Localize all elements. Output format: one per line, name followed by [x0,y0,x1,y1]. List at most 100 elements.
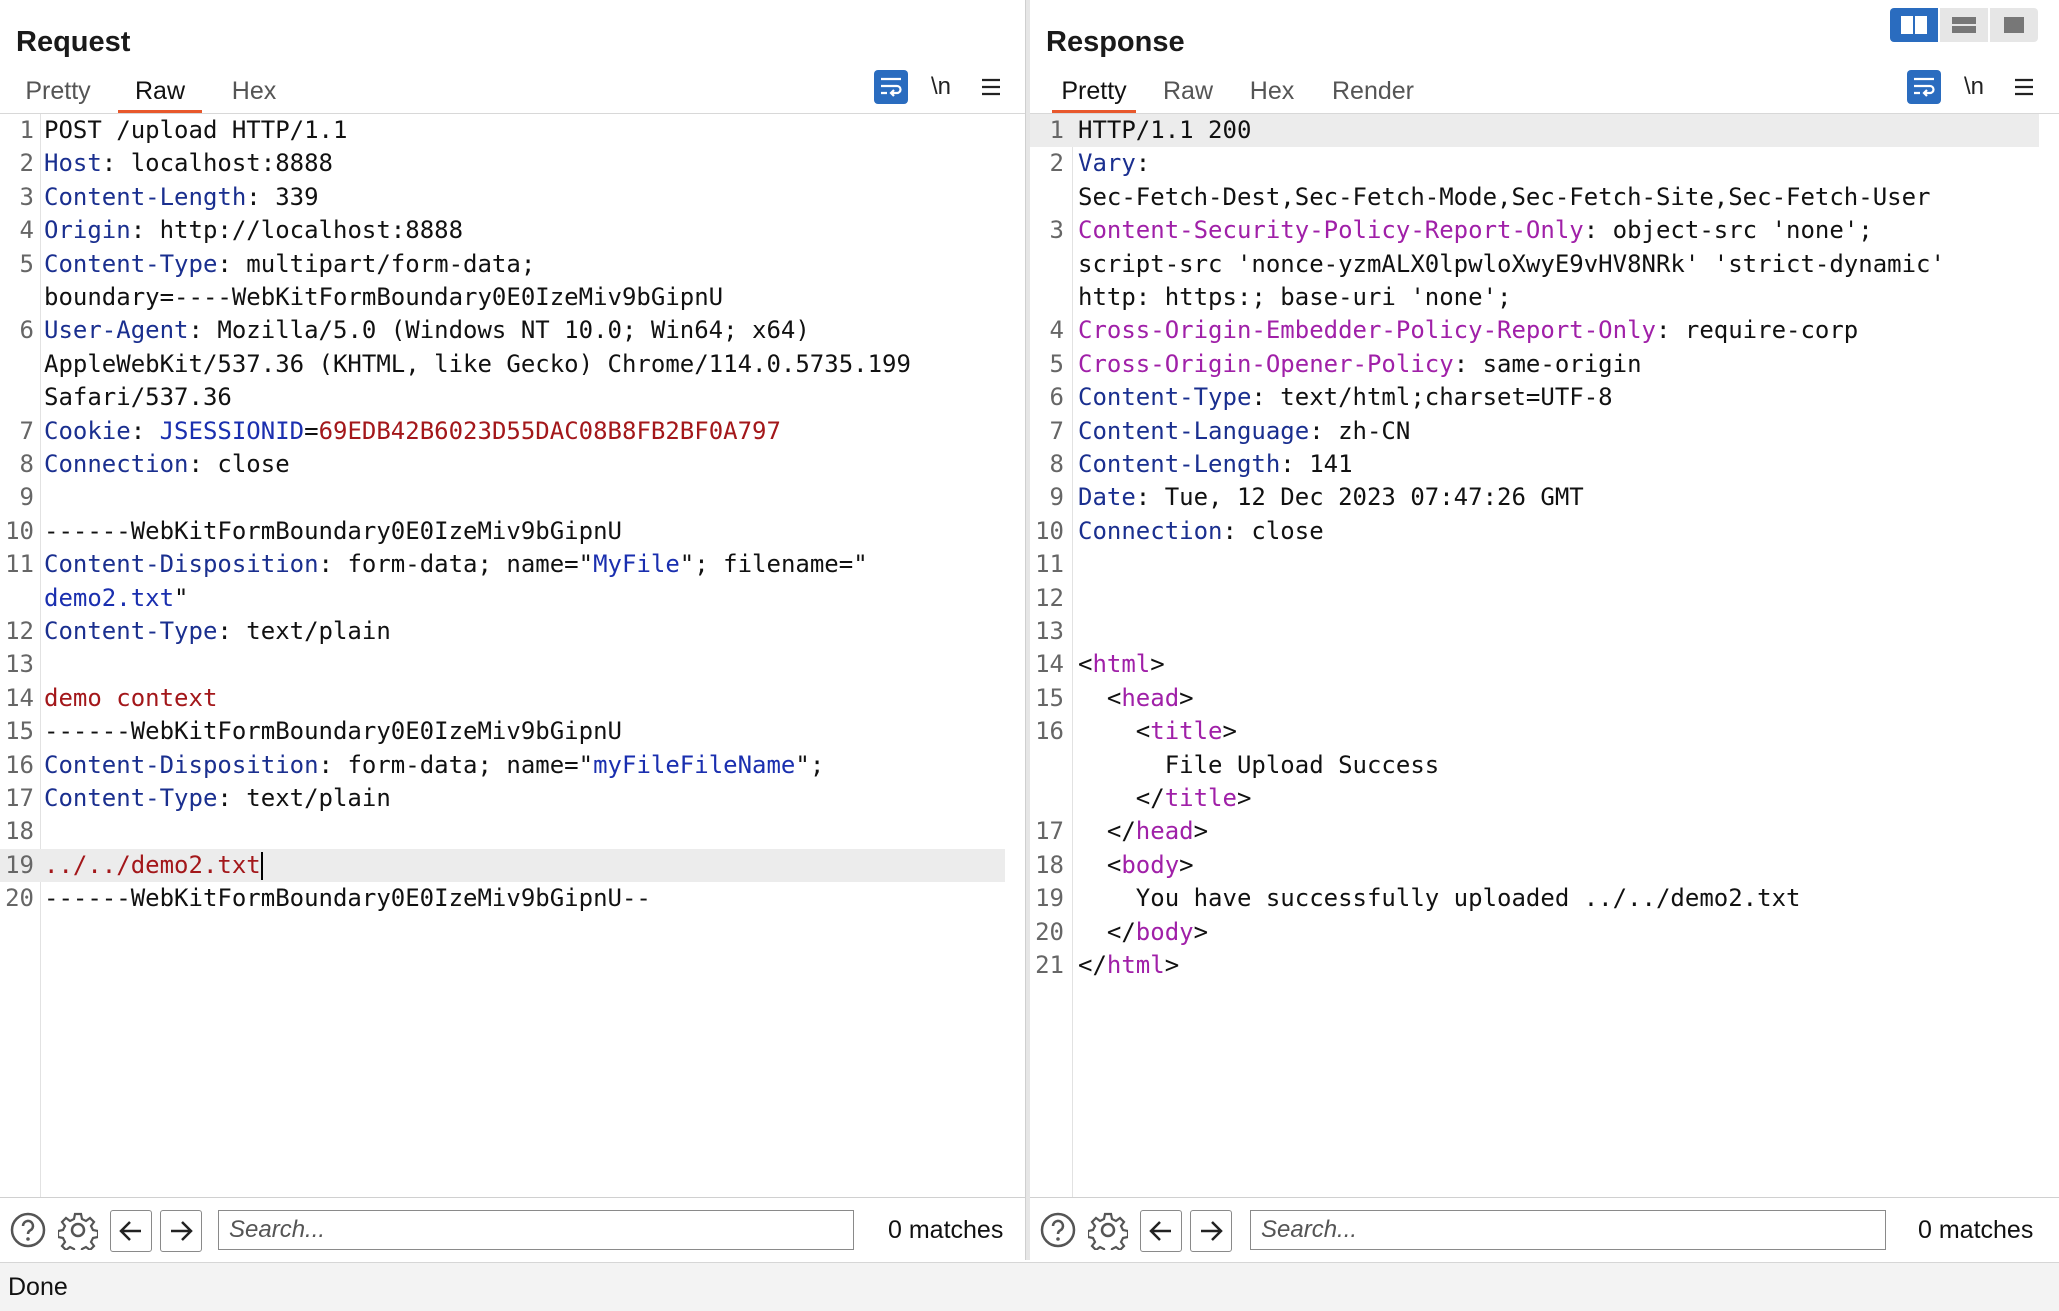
code-line[interactable]: 16 <title> [1030,715,2039,748]
code-line[interactable]: 6 Content-Type: text/html;charset=UTF-8 [1030,381,2039,414]
response-tab-raw[interactable]: Raw [1160,72,1216,110]
code-token: Origin [44,216,131,245]
code-line[interactable]: 1 POST /upload HTTP/1.1 [0,114,1005,147]
code-line[interactable]: 15 <head> [1030,682,2039,715]
code-line[interactable]: 9 [0,481,1005,514]
code-line[interactable]: </title> [1030,782,2039,815]
code-line[interactable]: 2 Vary: [1030,147,2039,180]
help-icon[interactable] [1038,1210,1078,1250]
response-search-input[interactable]: Search... [1250,1210,1886,1250]
code-line[interactable]: 8 Content-Length: 141 [1030,448,2039,481]
line-number: 15 [5,717,34,746]
response-tab-hex[interactable]: Hex [1244,72,1300,110]
code-line[interactable]: Sec-Fetch-Dest,Sec-Fetch-Mode,Sec-Fetch-… [1030,181,2039,214]
code-line[interactable]: 1 HTTP/1.1 200 [1030,114,2039,147]
code-line[interactable]: 10 Connection: close [1030,515,2039,548]
split-columns-icon[interactable] [1890,8,1938,42]
code-line[interactable]: 4 Origin: http://localhost:8888 [0,214,1005,247]
response-tab-render[interactable]: Render [1328,72,1418,110]
hamburger-menu-icon[interactable] [2007,70,2041,104]
code-line[interactable]: File Upload Success [1030,749,2039,782]
code-token: MyFile [593,550,680,579]
code-line[interactable]: 17 </head> [1030,815,2039,848]
wrap-lines-icon[interactable] [1907,70,1941,104]
arrow-right-icon[interactable] [160,1210,202,1252]
help-icon[interactable] [8,1210,48,1250]
code-token: Cross-Origin-Embedder-Policy-Report-Only [1078,316,1656,345]
single-pane-icon[interactable] [1990,8,2038,42]
split-rows-icon[interactable] [1940,8,1988,42]
code-line[interactable]: 17 Content-Type: text/plain [0,782,1005,815]
request-search-input[interactable]: Search... [218,1210,854,1250]
code-line[interactable]: script-src 'nonce-yzmALX0lpwloXwyE9vHV8N… [1030,248,2039,281]
code-line[interactable]: 20 ------WebKitFormBoundary0E0IzeMiv9bGip… [0,882,1005,915]
code-line[interactable]: 3 Content-Length: 339 [0,181,1005,214]
code-token: http: https:; base-uri 'none'; [1078,283,1512,311]
line-text: Content-Type: multipart/form-data; [44,248,535,281]
code-line[interactable]: AppleWebKit/537.36 (KHTML, like Gecko) C… [0,348,1005,381]
code-line[interactable]: 12 [1030,582,2039,615]
wrap-lines-icon[interactable] [874,70,908,104]
code-line[interactable]: Safari/537.36 [0,381,1005,414]
arrow-left-icon[interactable] [110,1210,152,1252]
code-line[interactable]: 21 </html> [1030,949,2039,982]
code-line[interactable]: 7 Content-Language: zh-CN [1030,415,2039,448]
line-number: 5 [19,249,34,278]
code-line[interactable]: 15 ------WebKitFormBoundary0E0IzeMiv9bGip… [0,715,1005,748]
newline-toggle-icon[interactable]: \n [924,70,958,104]
code-line[interactable]: 18 [0,815,1005,848]
code-token: </ [1078,784,1165,812]
code-line[interactable]: 11 [1030,548,2039,581]
code-line[interactable]: 9 Date: Tue, 12 Dec 2023 07:47:26 GMT [1030,481,2039,514]
hamburger-menu-icon[interactable] [974,70,1008,104]
line-text: Vary: [1078,147,1150,180]
code-line[interactable]: 16 Content-Disposition: form-data; name="… [0,749,1005,782]
response-tab-pretty[interactable]: Pretty [1052,72,1136,113]
code-line[interactable]: 19 You have successfully uploaded ../../… [1030,882,2039,915]
newline-toggle-icon[interactable]: \n [1957,70,1991,104]
code-line[interactable]: 6 User-Agent: Mozilla/5.0 (Windows NT 10.… [0,314,1005,347]
code-line[interactable]: 2 Host: localhost:8888 [0,147,1005,180]
line-text: Date: Tue, 12 Dec 2023 07:47:26 GMT [1078,481,1584,514]
line-text: Connection: close [1078,515,1324,548]
code-line[interactable]: 10 ------WebKitFormBoundary0E0IzeMiv9bGip… [0,515,1005,548]
code-line[interactable]: 11 Content-Disposition: form-data; name="… [0,548,1005,581]
code-line[interactable]: 5 Cross-Origin-Opener-Policy: same-origin [1030,348,2039,381]
request-tab-raw[interactable]: Raw [118,72,202,113]
code-token: myFileFileName [593,750,796,779]
line-number: 16 [5,750,34,779]
code-token: File Upload Success [1078,750,1440,779]
gear-icon[interactable] [58,1210,98,1250]
code-token: : 339 [246,182,319,211]
code-line[interactable]: 4 Cross-Origin-Embedder-Policy-Report-Onl… [1030,314,2039,347]
code-line[interactable]: 14 <html> [1030,648,2039,681]
code-line[interactable]: 7 Cookie: JSESSIONID=69EDB42B6023D55DAC08… [0,415,1005,448]
code-line[interactable]: 5 Content-Type: multipart/form-data; [0,248,1005,281]
code-line[interactable]: 12 Content-Type: text/plain [0,615,1005,648]
code-line[interactable]: 19 ../../demo2.txt [0,848,1005,882]
request-tab-hex[interactable]: Hex [226,72,282,110]
code-line[interactable]: 8 Connection: close [0,448,1005,481]
arrow-right-icon[interactable] [1190,1210,1232,1252]
request-tab-pretty[interactable]: Pretty [22,72,94,110]
gear-icon[interactable] [1088,1210,1128,1250]
line-text: Content-Disposition: form-data; name="my… [44,749,824,782]
code-token: boundary=----WebKitFormBoundary0E0IzeMiv… [44,283,724,311]
arrow-left-icon[interactable] [1140,1210,1182,1252]
code-line[interactable]: boundary=----WebKitFormBoundary0E0IzeMiv… [0,281,1005,314]
code-line[interactable]: http: https:; base-uri 'none'; [1030,281,2039,314]
line-number: 1 [1049,116,1064,144]
code-line[interactable]: 20 </body> [1030,916,2039,949]
code-line[interactable]: 3 Content-Security-Policy-Report-Only: ob… [1030,214,2039,247]
response-editor[interactable]: 1 HTTP/1.1 200 2 Vary: Sec-Fetch-Dest,Sec-Fe… [1030,114,2059,1198]
request-search-bar: Search... 0 matches [0,1197,1025,1260]
line-number: 9 [1049,483,1064,512]
code-line[interactable]: demo2.txt" [0,582,1005,615]
request-editor[interactable]: 1 POST /upload HTTP/1.1 2 Host: localhost:8… [0,114,1025,1198]
code-line[interactable]: 13 [1030,615,2039,648]
code-line[interactable]: 18 <body> [1030,849,2039,882]
code-line[interactable]: 13 [0,648,1005,681]
line-number: 4 [1049,316,1064,345]
code-line[interactable]: 14 demo context [0,682,1005,715]
code-token: : close [1222,516,1324,545]
